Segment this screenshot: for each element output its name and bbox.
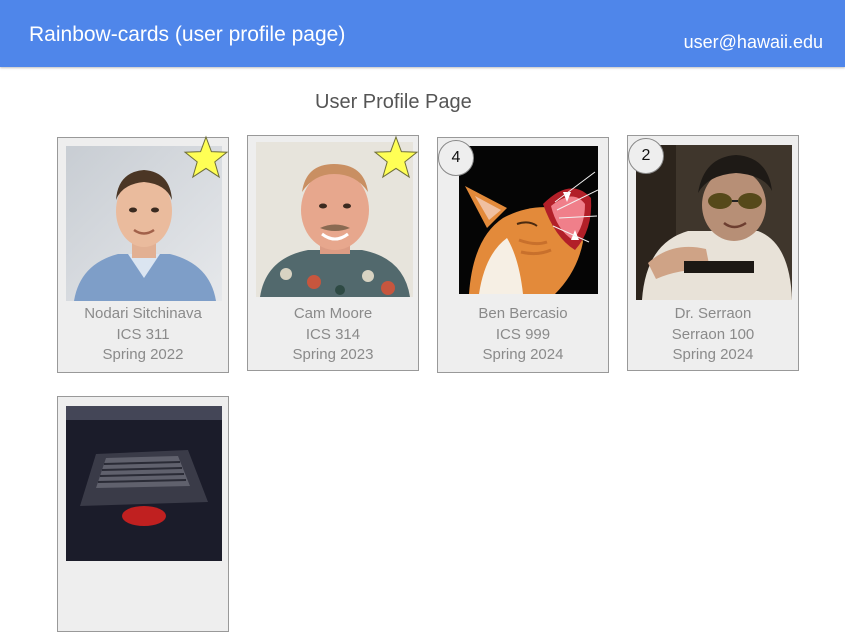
card-course: ICS 999 [495,326,551,343]
card-name: Nodari Sitchinava [84,305,202,322]
card-term: Spring 2022 [102,346,184,363]
card-course: Serraon 100 [671,326,755,343]
count-badge: 2 [628,138,664,174]
profile-photo [459,146,598,294]
card-term: Spring 2024 [482,346,564,363]
profile-card-serraon[interactable]: 2 Dr. Serraon Serraon 100 Spring 2024 [627,135,799,371]
card-name: Cam Moore [293,305,373,322]
profile-card-ben[interactable]: 4 Ben Bercasio ICS 999 Spring 2024 [437,137,609,373]
card-term: Spring 2023 [292,346,374,363]
card-course: ICS 311 [116,326,170,343]
top-navbar: Rainbow-cards (user profile page) user@h… [0,0,845,67]
profile-photo [636,145,792,300]
profile-photo [66,406,222,561]
profile-card-cam[interactable]: Cam Moore ICS 314 Spring 2023 [247,135,419,371]
profile-card-nodari[interactable]: Nodari Sitchinava ICS 311 Spring 2022 [57,135,229,373]
app-title[interactable]: Rainbow-cards (user profile page) [29,22,345,48]
star-icon [373,135,419,181]
count-badge: 4 [438,140,474,176]
card-course: ICS 314 [305,326,361,343]
card-name: Dr. Serraon [674,305,752,322]
page-title: User Profile Page [315,91,472,113]
profile-card-fifth[interactable] [57,396,229,632]
user-menu[interactable]: user@hawaii.edu [684,31,823,53]
card-name: Ben Bercasio [478,305,568,322]
star-icon [183,135,229,181]
card-term: Spring 2024 [672,346,754,363]
